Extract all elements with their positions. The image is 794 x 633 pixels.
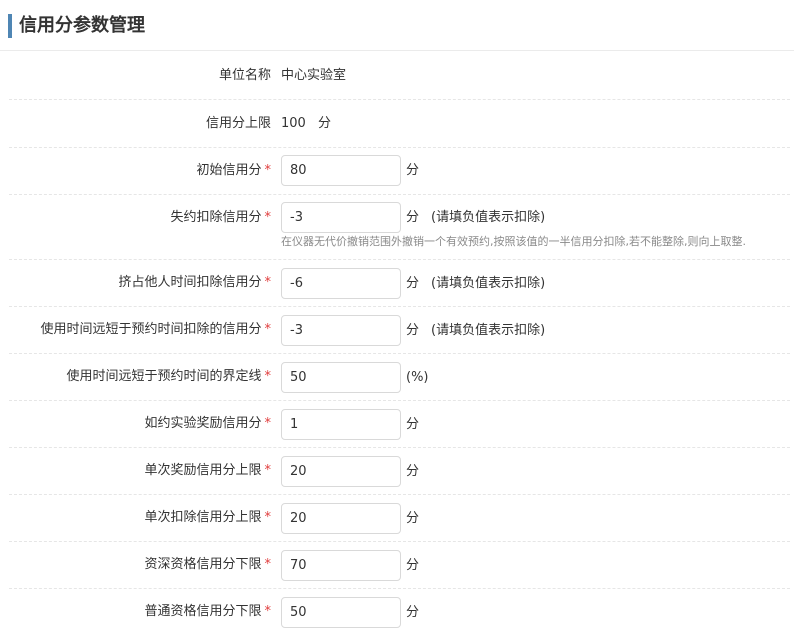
no-show-helper-text: 在仪器无代价撤销范围外撤销一个有效预约,按照该值的一半信用分扣除,若不能整除,则…	[281, 235, 746, 248]
row-short-use-threshold: 使用时间远短于预约时间的界定线* (%)	[9, 354, 790, 401]
normal-min-unit: 分	[406, 605, 420, 620]
no-show-deduction-label: 失约扣除信用分 *	[170, 210, 272, 225]
short-use-deduction-input[interactable]	[281, 315, 401, 346]
required-mark: *	[264, 604, 272, 619]
required-mark: *	[264, 210, 272, 225]
credit-max-label: 信用分上限	[205, 116, 271, 131]
row-short-use-deduction: 使用时间远短于预约时间扣除的信用分* 分(请填负值表示扣除)	[9, 307, 790, 354]
required-mark: *	[264, 322, 272, 337]
normal-min-label: 普通资格信用分下限 *	[144, 604, 272, 619]
on-time-reward-label: 如约实验奖励信用分 *	[144, 416, 272, 431]
reward-max-unit: 分	[406, 464, 420, 479]
no-show-deduction-unit: 分 (请填负值表示扣除)	[406, 210, 546, 225]
normal-min-input[interactable]	[281, 597, 401, 628]
credit-max-unit: 分	[317, 116, 331, 131]
row-unit-name: 单位名称 中心实验室	[9, 52, 790, 100]
negative-value-hint: (请填负值表示扣除)	[431, 276, 546, 291]
deduct-max-input[interactable]	[281, 503, 401, 534]
required-mark: *	[264, 510, 272, 525]
page-title: 信用分参数管理	[19, 15, 145, 36]
credit-settings-page: 信用分参数管理 单位名称 中心实验室 信用分上限 100 分 初始信用分* 分 …	[0, 0, 794, 633]
row-on-time-reward: 如约实验奖励信用分* 分	[9, 401, 790, 448]
short-use-threshold-label: 使用时间远短于预约时间的界定线 *	[66, 369, 272, 384]
credit-max-value: 100 分	[281, 114, 331, 134]
short-use-deduction-unit: 分 (请填负值表示扣除)	[406, 323, 546, 338]
row-occupy-deduction: 挤占他人时间扣除信用分* 分(请填负值表示扣除)	[9, 260, 790, 307]
unit-name-label: 单位名称	[218, 68, 271, 83]
row-reward-max: 单次奖励信用分上限* 分	[9, 448, 790, 495]
row-no-show-deduction: 失约扣除信用分* 分(请填负值表示扣除) 在仪器无代价撤销范围外撤销一个有效预约…	[9, 195, 790, 260]
occupy-deduction-input[interactable]	[281, 268, 401, 299]
deduct-max-unit: 分	[406, 511, 420, 526]
on-time-reward-input[interactable]	[281, 409, 401, 440]
required-mark: *	[264, 557, 272, 572]
reward-max-input[interactable]	[281, 456, 401, 487]
initial-credit-unit: 分	[406, 163, 420, 178]
required-mark: *	[264, 369, 272, 384]
unit-name-value: 中心实验室	[281, 68, 347, 83]
deduct-max-label: 单次扣除信用分上限 *	[144, 510, 272, 525]
short-use-deduction-label: 使用时间远短于预约时间扣除的信用分 *	[40, 322, 272, 337]
required-mark: *	[264, 463, 272, 478]
no-show-deduction-input[interactable]	[281, 202, 401, 233]
senior-min-input[interactable]	[281, 550, 401, 581]
row-senior-min: 资深资格信用分下限* 分	[9, 542, 790, 589]
initial-credit-label: 初始信用分 *	[196, 163, 272, 178]
occupy-deduction-label: 挤占他人时间扣除信用分 *	[118, 275, 272, 290]
header-accent-bar	[8, 14, 12, 38]
reward-max-label: 单次奖励信用分上限 *	[144, 463, 272, 478]
page-header: 信用分参数管理	[0, 0, 794, 51]
row-deduct-max: 单次扣除信用分上限* 分	[9, 495, 790, 542]
negative-value-hint: (请填负值表示扣除)	[431, 210, 546, 225]
on-time-reward-unit: 分	[406, 417, 420, 432]
short-use-threshold-input[interactable]	[281, 362, 401, 393]
row-initial-credit: 初始信用分* 分	[9, 148, 790, 195]
negative-value-hint: (请填负值表示扣除)	[431, 323, 546, 338]
required-mark: *	[264, 416, 272, 431]
initial-credit-input[interactable]	[281, 155, 401, 186]
row-credit-max: 信用分上限 100 分	[9, 100, 790, 148]
senior-min-label: 资深资格信用分下限 *	[144, 557, 272, 572]
short-use-threshold-unit: (%)	[406, 370, 429, 385]
senior-min-unit: 分	[406, 558, 420, 573]
occupy-deduction-unit: 分 (请填负值表示扣除)	[406, 276, 546, 291]
row-normal-min: 普通资格信用分下限* 分	[9, 589, 790, 633]
credit-max-number: 100	[281, 116, 306, 131]
required-mark: *	[264, 275, 272, 290]
required-mark: *	[264, 163, 272, 178]
